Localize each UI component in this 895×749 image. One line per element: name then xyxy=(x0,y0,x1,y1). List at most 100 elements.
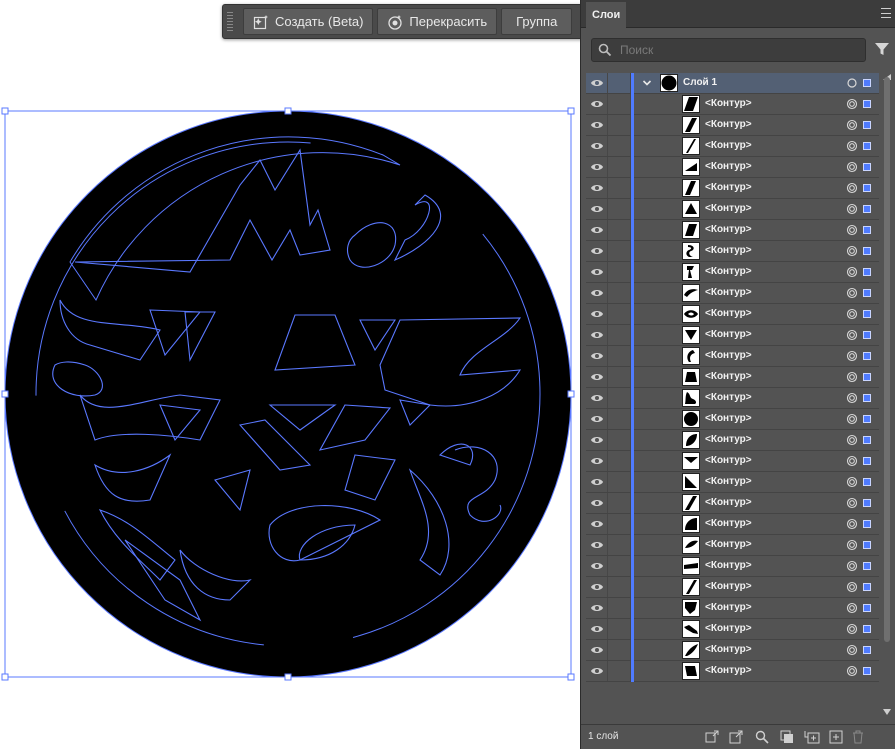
lock-toggle[interactable] xyxy=(609,619,631,639)
selection-indicator[interactable] xyxy=(863,667,871,675)
artwork-emblem[interactable] xyxy=(0,0,580,749)
selection-indicator[interactable] xyxy=(863,604,871,612)
visibility-toggle[interactable] xyxy=(586,388,608,408)
path-name[interactable]: <Контур> xyxy=(705,434,752,445)
visibility-toggle[interactable] xyxy=(586,262,608,282)
lock-toggle[interactable] xyxy=(609,388,631,408)
target-icon[interactable] xyxy=(846,497,858,509)
visibility-toggle[interactable] xyxy=(586,283,608,303)
selection-indicator[interactable] xyxy=(863,247,871,255)
path-name[interactable]: <Контур> xyxy=(705,644,752,655)
target-icon[interactable] xyxy=(846,434,858,446)
selection-indicator[interactable] xyxy=(863,352,871,360)
lock-toggle[interactable] xyxy=(609,640,631,660)
path-name[interactable]: <Контур> xyxy=(705,581,752,592)
lock-toggle[interactable] xyxy=(609,535,631,555)
target-icon[interactable] xyxy=(846,371,858,383)
path-name[interactable]: <Контур> xyxy=(705,140,752,151)
selection-indicator[interactable] xyxy=(863,100,871,108)
new-layer-icon[interactable] xyxy=(829,730,843,744)
target-icon[interactable] xyxy=(846,224,858,236)
path-name[interactable]: <Контур> xyxy=(705,539,752,550)
path-name[interactable]: <Контур> xyxy=(705,224,752,235)
target-icon[interactable] xyxy=(846,140,858,152)
layers-search-input[interactable] xyxy=(620,42,860,58)
visibility-toggle[interactable] xyxy=(586,199,608,219)
target-icon[interactable] xyxy=(846,644,858,656)
layer-row-path[interactable]: <Контур> xyxy=(586,472,879,493)
chevron-down-icon[interactable] xyxy=(642,78,652,88)
layer-row-path[interactable]: <Контур> xyxy=(586,157,879,178)
layer-row-path[interactable]: <Контур> xyxy=(586,619,879,640)
selection-indicator[interactable] xyxy=(863,142,871,150)
selection-indicator[interactable] xyxy=(863,499,871,507)
panel-menu-icon[interactable] xyxy=(881,8,891,18)
visibility-toggle[interactable] xyxy=(586,556,608,576)
target-icon[interactable] xyxy=(846,413,858,425)
layer-row-path[interactable]: <Контур> xyxy=(586,556,879,577)
path-name[interactable]: <Контур> xyxy=(705,245,752,256)
scroll-down-icon[interactable] xyxy=(883,709,891,715)
target-icon[interactable] xyxy=(846,392,858,404)
filter-icon[interactable] xyxy=(875,42,889,56)
visibility-toggle[interactable] xyxy=(586,619,608,639)
selection-indicator[interactable] xyxy=(863,79,871,87)
lock-toggle[interactable] xyxy=(609,367,631,387)
generate-beta-button[interactable]: Создать (Beta) xyxy=(243,8,374,35)
target-icon[interactable] xyxy=(846,161,858,173)
selection-indicator[interactable] xyxy=(863,541,871,549)
visibility-toggle[interactable] xyxy=(586,598,608,618)
lock-toggle[interactable] xyxy=(609,241,631,261)
target-icon[interactable] xyxy=(846,245,858,257)
recolor-button[interactable]: Перекрасить xyxy=(377,8,498,35)
path-name[interactable]: <Контур> xyxy=(705,371,752,382)
layer-row-path[interactable]: <Контур> xyxy=(586,514,879,535)
layer-row-path[interactable]: <Контур> xyxy=(586,283,879,304)
selection-indicator[interactable] xyxy=(863,520,871,528)
visibility-toggle[interactable] xyxy=(586,472,608,492)
layer-row-path[interactable]: <Контур> xyxy=(586,178,879,199)
visibility-toggle[interactable] xyxy=(586,430,608,450)
visibility-toggle[interactable] xyxy=(586,220,608,240)
layer-row-path[interactable]: <Контур> xyxy=(586,388,879,409)
visibility-toggle[interactable] xyxy=(586,178,608,198)
visibility-toggle[interactable] xyxy=(586,451,608,471)
target-icon[interactable] xyxy=(846,350,858,362)
layer-row-path[interactable]: <Контур> xyxy=(586,409,879,430)
selection-indicator[interactable] xyxy=(863,646,871,654)
layer-row-path[interactable]: <Контур> xyxy=(586,94,879,115)
layer-row-path[interactable]: <Контур> xyxy=(586,199,879,220)
selection-indicator[interactable] xyxy=(863,310,871,318)
path-name[interactable]: <Контур> xyxy=(705,455,752,466)
selection-indicator[interactable] xyxy=(863,415,871,423)
target-icon[interactable] xyxy=(846,581,858,593)
target-icon[interactable] xyxy=(846,77,858,89)
layer-row-path[interactable]: <Контур> xyxy=(586,661,879,682)
layer-row-path[interactable]: <Контур> xyxy=(586,304,879,325)
target-icon[interactable] xyxy=(846,98,858,110)
layers-search-box[interactable] xyxy=(591,38,866,62)
layer-row-path[interactable]: <Контур> xyxy=(586,430,879,451)
layer-row-path[interactable]: <Контур> xyxy=(586,577,879,598)
layer-row-path[interactable]: <Контур> xyxy=(586,220,879,241)
visibility-toggle[interactable] xyxy=(586,409,608,429)
visibility-toggle[interactable] xyxy=(586,577,608,597)
visibility-toggle[interactable] xyxy=(586,115,608,135)
new-sublayer-icon[interactable] xyxy=(804,730,820,744)
lock-toggle[interactable] xyxy=(609,325,631,345)
lock-toggle[interactable] xyxy=(609,598,631,618)
selection-indicator[interactable] xyxy=(863,184,871,192)
target-icon[interactable] xyxy=(846,665,858,677)
visibility-toggle[interactable] xyxy=(586,640,608,660)
layer-row-path[interactable]: <Контур> xyxy=(586,535,879,556)
selection-indicator[interactable] xyxy=(863,163,871,171)
target-icon[interactable] xyxy=(846,476,858,488)
path-name[interactable]: <Контур> xyxy=(705,560,752,571)
lock-toggle[interactable] xyxy=(609,304,631,324)
selection-indicator[interactable] xyxy=(863,268,871,276)
layer-row-path[interactable]: <Контур> xyxy=(586,115,879,136)
clipping-mask-icon[interactable] xyxy=(780,730,794,744)
selection-indicator[interactable] xyxy=(863,583,871,591)
selection-indicator[interactable] xyxy=(863,394,871,402)
layer-row-path[interactable]: <Контур> xyxy=(586,262,879,283)
